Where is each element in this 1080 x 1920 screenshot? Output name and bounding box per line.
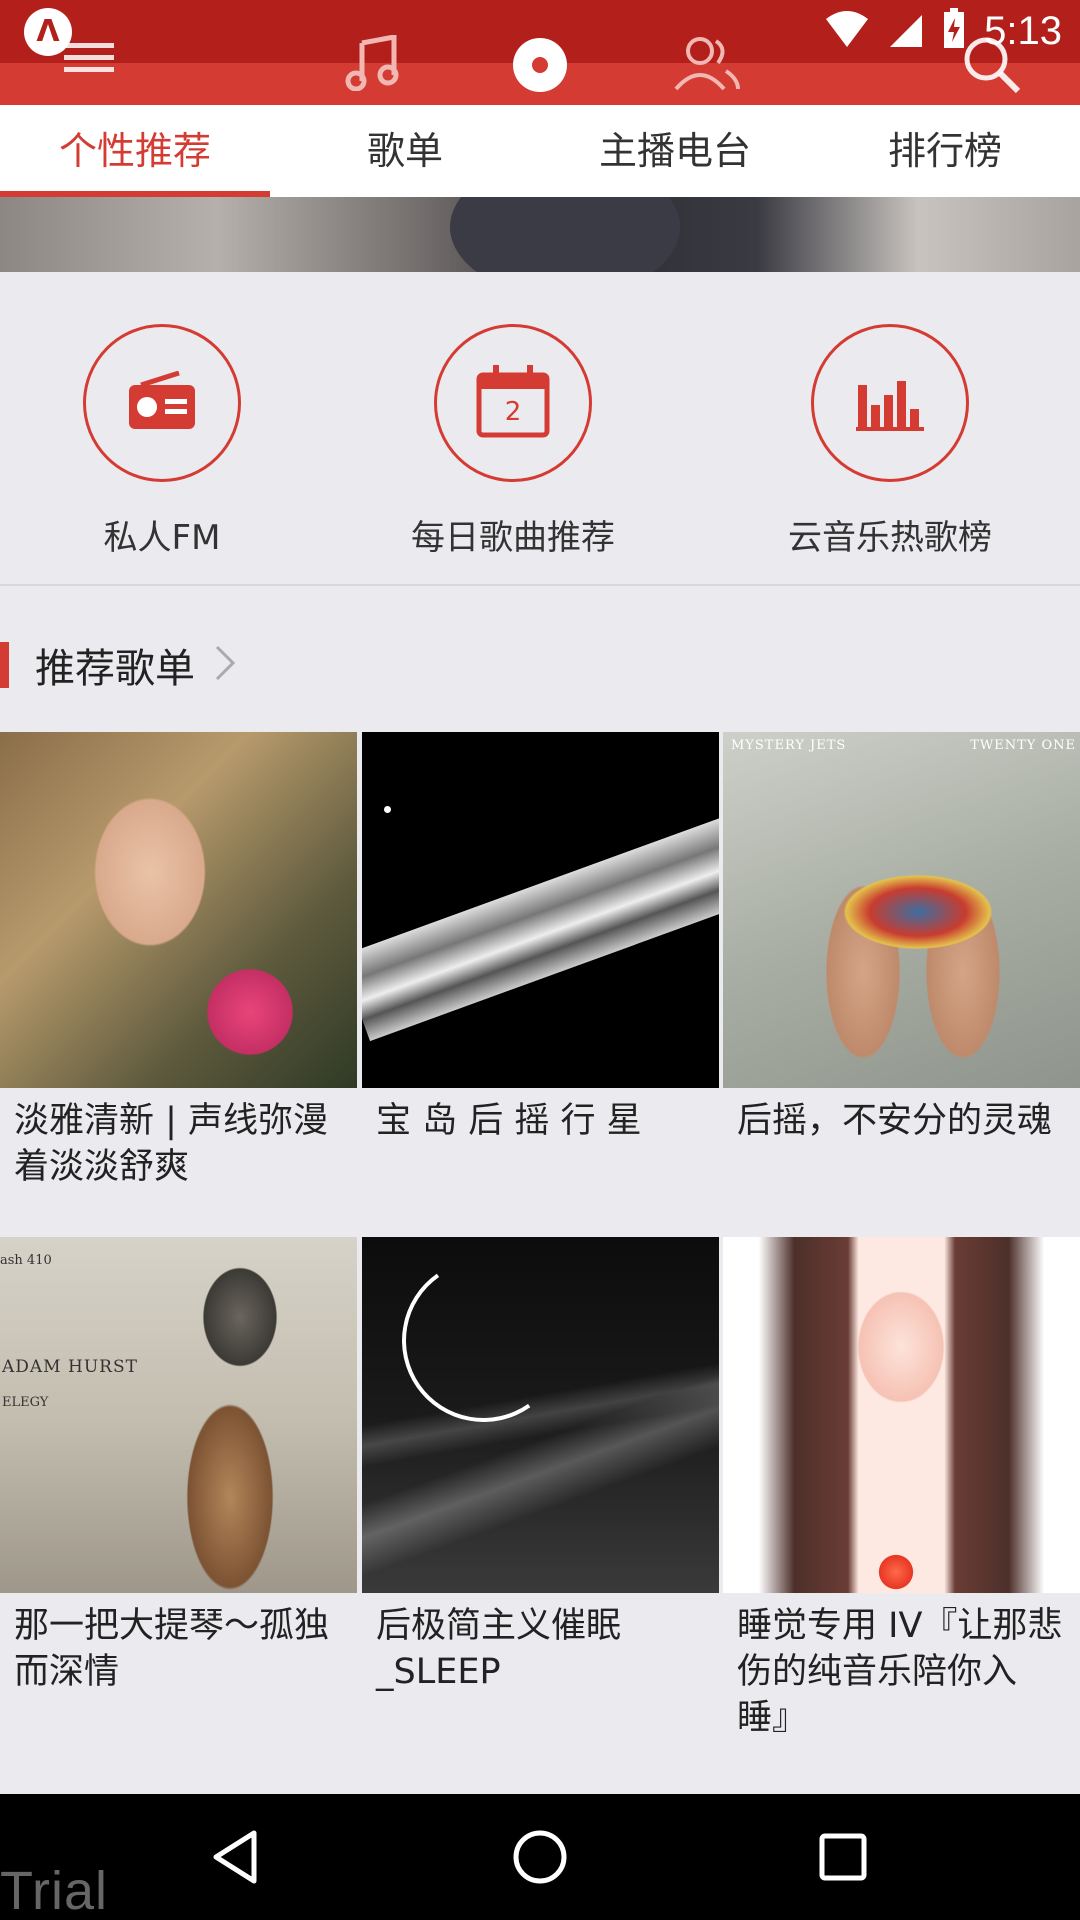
playlist-title: 淡雅清新 | 声线弥漫着淡淡舒爽: [14, 1101, 329, 1187]
feature-label: 私人FM: [103, 518, 221, 558]
section-title: 推荐歌单: [35, 646, 195, 692]
wifi-icon: [824, 9, 870, 53]
cover-text: ADAM HURST: [2, 1357, 138, 1377]
playlist-card[interactable]: 淡雅清新 | 声线弥漫着淡淡舒爽: [0, 732, 357, 1208]
playlist-cover: [362, 1237, 719, 1593]
tab-playlists[interactable]: 歌单: [270, 105, 540, 197]
playlist-card[interactable]: 后极简主义催眠_SLEEP: [362, 1237, 719, 1713]
section-accent-bar: [0, 642, 9, 688]
signal-icon: [888, 9, 924, 53]
chevron-right-icon: [213, 643, 237, 687]
tab-radio[interactable]: 主播电台: [540, 105, 810, 197]
playlist-title: 后极简主义催眠_SLEEP: [376, 1606, 622, 1692]
hot-chart-shortcut[interactable]: 云音乐热歌榜: [760, 324, 1020, 559]
home-icon[interactable]: [510, 1827, 570, 1891]
playlist-cover: [362, 732, 719, 1088]
trial-watermark: Trial: [0, 1861, 108, 1920]
tab-recommend[interactable]: 个性推荐: [0, 105, 270, 197]
playlist-card[interactable]: 睡觉专用 IV『让那悲伤的纯音乐陪你入睡』: [723, 1237, 1080, 1743]
playlist-title: 宝 岛 后 摇 行 星: [376, 1101, 642, 1141]
disc-icon[interactable]: [510, 35, 570, 99]
playlist-title: 后摇，不安分的灵魂: [737, 1101, 1053, 1141]
playlist-cover: MYSTERY JETS TWENTY ONE: [723, 732, 1080, 1088]
playlist-cover: [0, 732, 357, 1088]
daily-recommend-shortcut[interactable]: 2 每日歌曲推荐: [383, 324, 643, 559]
cover-text: ELEGY: [2, 1395, 49, 1410]
playlist-card[interactable]: 宝 岛 后 摇 行 星: [362, 732, 719, 1208]
tab-charts[interactable]: 排行榜: [810, 105, 1080, 197]
app-toolbar: [0, 33, 1080, 105]
private-fm-shortcut[interactable]: 私人FM: [32, 324, 292, 559]
back-icon[interactable]: [210, 1827, 260, 1891]
feature-shortcuts: 私人FM 2 每日歌曲推荐 云音乐热歌榜: [0, 272, 1080, 586]
cover-text: TWENTY ONE: [970, 738, 1076, 753]
playlist-cover: ash 410 ADAM HURST ELEGY: [0, 1237, 357, 1593]
calendar-icon: 2: [475, 363, 551, 443]
promo-banner[interactable]: [0, 197, 1080, 272]
recommended-playlists-header[interactable]: 推荐歌单: [0, 640, 237, 692]
chart-bars-icon: [854, 371, 926, 435]
playlist-cover: [723, 1237, 1080, 1593]
system-nav-bar: [0, 1794, 1080, 1920]
feature-label: 每日歌曲推荐: [411, 518, 615, 558]
playlist-title: 那一把大提琴～孤独而深情: [14, 1606, 330, 1692]
music-note-icon[interactable]: [342, 33, 402, 95]
playlist-card[interactable]: ash 410 ADAM HURST ELEGY 那一把大提琴～孤独而深情: [0, 1237, 357, 1713]
feature-label: 云音乐热歌榜: [788, 518, 992, 558]
cover-text: MYSTERY JETS: [731, 738, 847, 753]
calendar-day: 2: [504, 397, 522, 427]
friends-icon[interactable]: [672, 35, 742, 97]
cover-text: ash 410: [0, 1253, 52, 1268]
radio-icon: [127, 370, 197, 435]
playlist-card[interactable]: MYSTERY JETS TWENTY ONE 后摇，不安分的灵魂: [723, 732, 1080, 1208]
playlist-title: 睡觉专用 IV『让那悲伤的纯音乐陪你入睡』: [737, 1606, 1063, 1738]
category-tabs: 个性推荐 歌单 主播电台 排行榜: [0, 105, 1080, 197]
search-icon[interactable]: [962, 35, 1022, 99]
recents-icon[interactable]: [818, 1827, 868, 1891]
menu-icon[interactable]: [62, 35, 116, 83]
